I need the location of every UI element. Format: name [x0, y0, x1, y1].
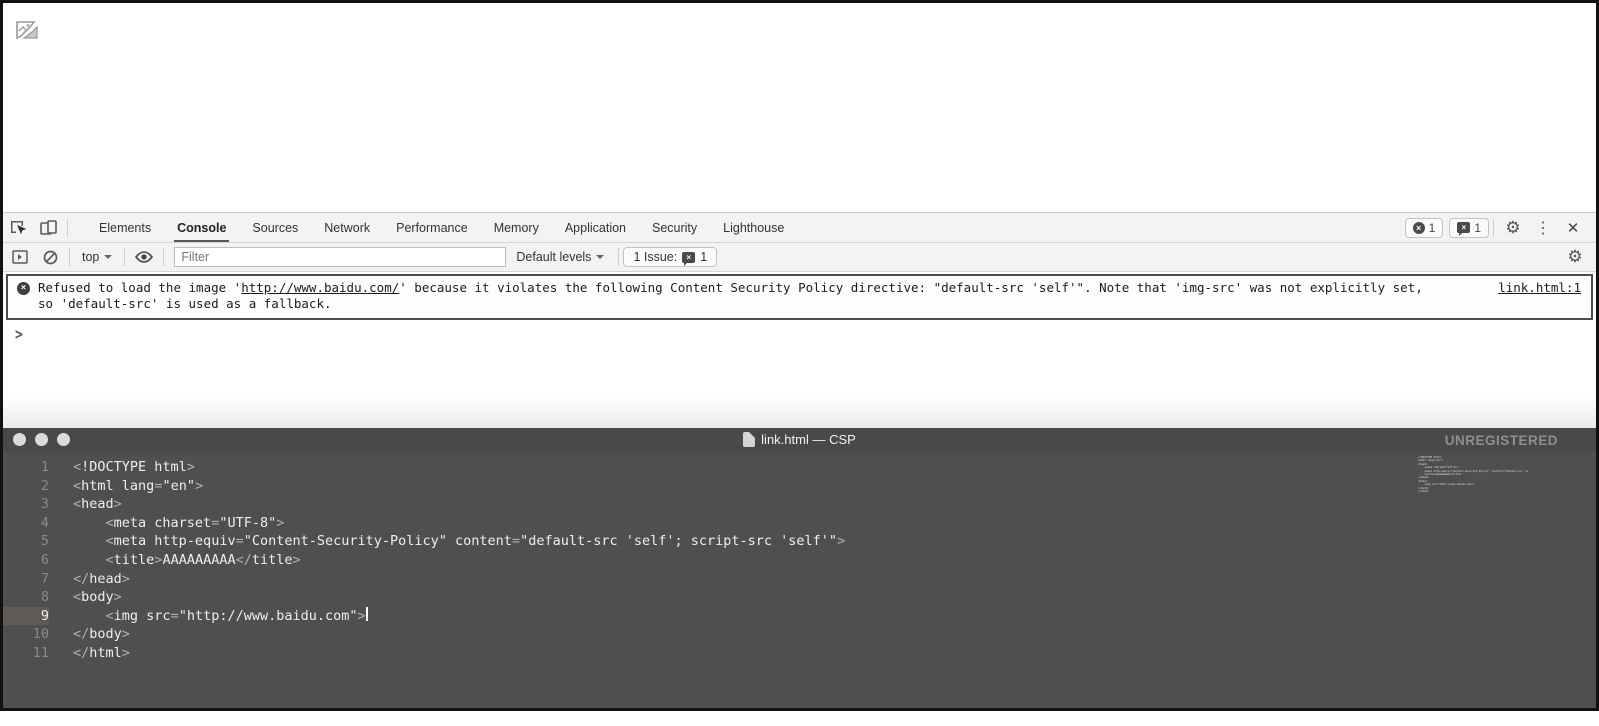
tab-performance[interactable]: Performance: [383, 213, 481, 242]
error-icon: ×: [17, 282, 30, 295]
issue-count-badge[interactable]: × 1: [1449, 218, 1489, 238]
document-icon: [743, 432, 755, 447]
settings-gear-icon[interactable]: ⚙: [1498, 215, 1528, 241]
broken-image-icon: [16, 21, 38, 39]
tab-security[interactable]: Security: [639, 213, 710, 242]
page-margin: [0, 711, 1599, 726]
divider: [69, 248, 70, 266]
console-messages: × Refused to load the image 'http://www.…: [3, 274, 1596, 396]
tab-console[interactable]: Console: [164, 213, 239, 242]
device-toolbar-icon[interactable]: [33, 215, 63, 241]
tab-elements[interactable]: Elements: [86, 213, 164, 242]
minimize-window-button[interactable]: [35, 433, 48, 446]
code-line: 4 <meta charset="UTF-8">: [3, 514, 1596, 533]
editor-titlebar: link.html — CSP: [3, 428, 1596, 451]
minimap[interactable]: <!DOCTYPE html> <html lang="en"> <head> …: [1418, 456, 1528, 504]
eye-icon[interactable]: [129, 244, 159, 270]
code-line: 11</html>: [3, 644, 1596, 663]
prompt-chevron-icon: >: [15, 327, 23, 345]
code-line: 1<!DOCTYPE html>: [3, 458, 1596, 477]
editor-window: link.html — CSP UNREGISTERED <!DOCTYPE h…: [3, 428, 1596, 711]
code-line: 10</body>: [3, 625, 1596, 644]
code-line: 2<html lang="en">: [3, 477, 1596, 496]
devtools-tabs: Elements Console Sources Network Perform…: [86, 213, 797, 242]
screenshot-frame: Elements Console Sources Network Perform…: [0, 0, 1599, 711]
page-gap: [3, 396, 1596, 428]
code-line: 3<head>: [3, 495, 1596, 514]
console-settings-gear-icon[interactable]: ⚙: [1560, 244, 1590, 270]
error-count: 1: [1429, 221, 1436, 235]
issue-count: 1: [1474, 221, 1481, 235]
tab-network[interactable]: Network: [311, 213, 383, 242]
error-count-badge[interactable]: × 1: [1405, 218, 1444, 238]
chevron-down-icon: [104, 255, 112, 263]
console-sidebar-toggle-icon[interactable]: [5, 244, 35, 270]
message-text-before: Refused to load the image ': [38, 280, 241, 295]
chevron-down-icon: [596, 255, 604, 263]
issues-icon: ×: [682, 252, 695, 263]
context-selector[interactable]: top: [74, 250, 120, 264]
inspect-element-icon[interactable]: [3, 215, 33, 241]
devtools-tabbar: Elements Console Sources Network Perform…: [3, 212, 1596, 243]
divider: [618, 248, 619, 266]
tab-application[interactable]: Application: [552, 213, 639, 242]
console-toolbar: top Default levels 1 Issue: × 1 ⚙: [3, 243, 1596, 272]
filter-input[interactable]: [174, 247, 506, 267]
message-url-link[interactable]: http://www.baidu.com/: [241, 280, 399, 295]
close-window-button[interactable]: [13, 433, 26, 446]
browser-viewport: [3, 3, 1596, 212]
context-label: top: [82, 250, 99, 264]
code-line: 6 <title>AAAAAAAAA</title>: [3, 551, 1596, 570]
code-area[interactable]: 1<!DOCTYPE html> 2<html lang="en"> 3<hea…: [3, 451, 1596, 663]
tab-lighthouse[interactable]: Lighthouse: [710, 213, 797, 242]
code-line: 7</head>: [3, 570, 1596, 589]
code-line: 8<body>: [3, 588, 1596, 607]
code-line-active: 9 <img src="http://www.baidu.com">: [3, 607, 1596, 626]
issues-chip-count: 1: [700, 250, 707, 264]
tab-memory[interactable]: Memory: [481, 213, 552, 242]
console-error-message: × Refused to load the image 'http://www.…: [6, 274, 1593, 320]
devtools-tabbar-right: × 1 × 1 ⚙ ⋮ ✕: [1399, 215, 1596, 241]
source-location-link[interactable]: link.html:1: [1498, 280, 1581, 296]
clear-console-icon[interactable]: [35, 244, 65, 270]
console-prompt[interactable]: >: [3, 320, 1596, 343]
divider: [163, 248, 164, 266]
text-cursor: [366, 607, 368, 621]
code-line: 5 <meta http-equiv="Content-Security-Pol…: [3, 532, 1596, 551]
divider: [1493, 219, 1494, 237]
editor-title-text: link.html — CSP: [761, 432, 856, 447]
close-devtools-icon[interactable]: ✕: [1558, 215, 1588, 241]
divider: [67, 219, 68, 237]
tab-sources[interactable]: Sources: [239, 213, 311, 242]
divider: [124, 248, 125, 266]
zoom-window-button[interactable]: [57, 433, 70, 446]
log-levels-dropdown[interactable]: Default levels: [506, 250, 614, 264]
issues-icon: ×: [1457, 222, 1470, 233]
issues-chip[interactable]: 1 Issue: × 1: [623, 247, 717, 267]
error-icon: ×: [1413, 222, 1425, 234]
unregistered-label: UNREGISTERED: [1445, 433, 1558, 448]
editor-title: link.html — CSP: [3, 432, 1596, 447]
issues-chip-label: 1 Issue:: [633, 250, 677, 264]
kebab-menu-icon[interactable]: ⋮: [1528, 215, 1558, 241]
levels-label: Default levels: [516, 250, 591, 264]
window-controls: [13, 433, 70, 446]
